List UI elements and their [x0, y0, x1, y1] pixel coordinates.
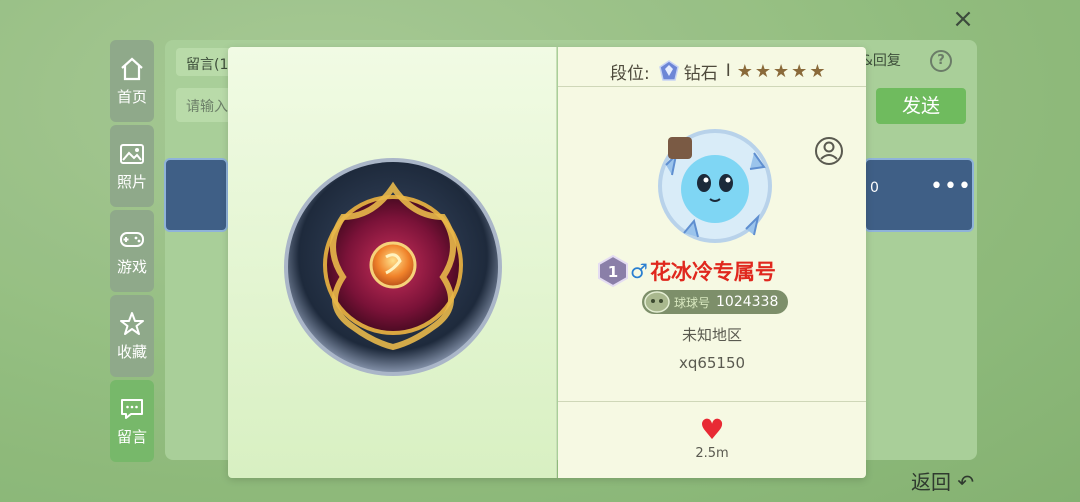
back-label: 返回 [911, 470, 951, 494]
player-id-badge: 球球号 1024338 [642, 290, 789, 314]
nav-label: 游戏 [116, 257, 147, 276]
like-button[interactable]: ♥ 2.5m [687, 414, 737, 464]
profile-modal: 段位: 钻石 I ★ ★ ★ ★ ★ 1 ♂ 花冰冷专属号 球球号 102433… [228, 47, 866, 478]
rank-star-icon: ★ [773, 60, 790, 82]
side-nav: 首页 照片 游戏 收藏 留言 [110, 40, 154, 465]
rank-star-icon: ★ [791, 60, 808, 82]
photo-icon [120, 143, 144, 164]
nav-label: 收藏 [116, 342, 147, 361]
profile-info-panel: 段位: 钻石 I ★ ★ ★ ★ ★ 1 ♂ 花冰冷专属号 球球号 102433… [558, 47, 866, 478]
level-badge: 1 [598, 254, 628, 288]
region-text: 未知地区 [681, 326, 742, 344]
message-card-left [164, 158, 228, 232]
rank-badge-panel [228, 47, 557, 478]
star-icon [120, 311, 144, 335]
nav-item-home[interactable]: 首页 [110, 40, 154, 122]
nav-item-photos[interactable]: 照片 [110, 125, 154, 207]
nav-label: 照片 [116, 172, 147, 191]
home-icon [121, 57, 143, 80]
message-icon [121, 398, 143, 419]
back-arrow-icon: ↶ [957, 470, 975, 494]
rank-tier: I [725, 61, 731, 81]
message-card-right: 0 ••• [864, 158, 974, 232]
nav-label: 首页 [116, 87, 147, 106]
back-button[interactable]: 返回 ↶ [911, 466, 974, 495]
footer-divider [558, 401, 866, 402]
message-like-count[interactable]: 0 [870, 180, 879, 196]
rank-label: 段位: [610, 63, 650, 84]
diamond-rank-icon [658, 60, 679, 81]
close-icon[interactable]: × [950, 6, 976, 32]
help-icon[interactable]: ? [930, 50, 952, 72]
nav-item-games[interactable]: 游戏 [110, 210, 154, 292]
add-friend-icon[interactable] [814, 136, 844, 166]
player-id-number: 1024338 [716, 294, 779, 310]
like-count: 2.5m [695, 446, 729, 461]
reply-link[interactable]: &回复 [862, 50, 901, 70]
rank-star-icon: ★ [809, 60, 826, 82]
level-number: 1 [608, 263, 618, 281]
heart-icon: ♥ [699, 413, 725, 446]
gender-male-icon: ♂ [630, 259, 648, 283]
name-row: 1 ♂ 花冰冷专属号 [596, 254, 776, 288]
nav-item-favorites[interactable]: 收藏 [110, 295, 154, 377]
header-divider [558, 86, 866, 87]
message-input[interactable]: 请输入 [176, 88, 236, 122]
account-text: xq65150 [678, 354, 746, 372]
send-button[interactable]: 发送 [876, 88, 966, 124]
nav-label: 留言 [116, 427, 147, 446]
avatar[interactable] [654, 125, 776, 247]
rank-star-icon: ★ [754, 60, 772, 82]
more-options-icon[interactable]: ••• [930, 174, 972, 199]
nav-item-messages[interactable]: 留言 [110, 380, 154, 462]
rank-name: 钻石 [683, 63, 718, 84]
rank-star-icon: ★ [736, 60, 753, 82]
gamepad-icon [120, 231, 144, 247]
rank-stars: ★ ★ ★ ★ ★ [735, 61, 826, 82]
ball-icon [644, 291, 670, 313]
player-id-tag: 球球号 [674, 295, 711, 310]
rank-row: 段位: 钻石 I ★ ★ ★ ★ ★ [610, 59, 826, 84]
rank-emblem [284, 158, 502, 376]
nickname: 花冰冷专属号 [649, 260, 776, 284]
message-tab[interactable]: 留言(1 [176, 48, 236, 76]
